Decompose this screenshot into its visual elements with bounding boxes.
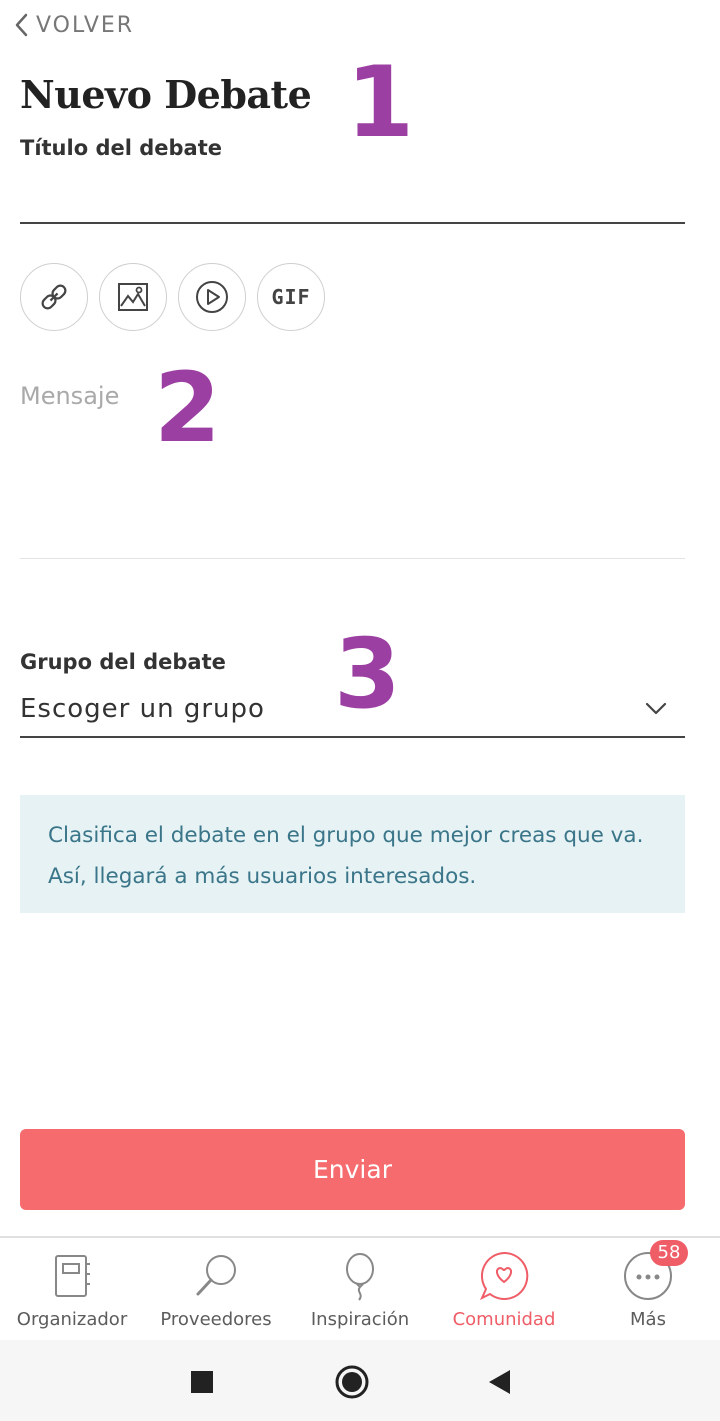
tab-proveedores[interactable]: Proveedores [144,1238,288,1342]
back-triangle-icon[interactable] [486,1368,514,1396]
tab-comunidad[interactable]: Comunidad [432,1238,576,1342]
back-button[interactable]: VOLVER [14,6,134,44]
gif-icon: GIF [271,285,311,309]
bottom-tab-bar: Organizador Proveedores Inspiración Comu… [0,1236,720,1342]
image-icon [118,283,148,311]
notification-badge: 58 [650,1240,688,1266]
tab-label-proveedores: Proveedores [160,1309,272,1330]
title-field-label: Título del debate [20,136,222,160]
tab-label-inspiracion: Inspiración [310,1309,410,1330]
group-select-value: Escoger un grupo [20,694,265,724]
chevron-left-icon [15,13,28,37]
tab-mas[interactable]: 58 Más [576,1238,720,1342]
tab-label-organizador: Organizador [16,1309,128,1330]
insert-image-button[interactable] [99,263,167,331]
annotation-number-2: 2 [154,352,221,464]
group-select[interactable]: Escoger un grupo [20,682,685,738]
title-input[interactable] [20,178,685,224]
media-toolbar: GIF [20,263,325,331]
page-title: Nuevo Debate [20,72,312,117]
submit-button[interactable]: Enviar [20,1129,685,1210]
balloon-icon [346,1253,374,1301]
message-textarea[interactable] [20,382,685,559]
insert-gif-button[interactable]: GIF [257,263,325,331]
info-text-line-2: Así, llegará a más usuarios interesados. [48,864,477,889]
tab-inspiracion[interactable]: Inspiración [288,1238,432,1342]
info-text-line-1: Clasifica el debate en el grupo que mejo… [48,823,644,848]
home-circle-icon[interactable] [334,1364,370,1400]
info-box: Clasifica el debate en el grupo que mejo… [20,795,685,913]
system-navigation-bar [0,1340,720,1421]
tab-organizador[interactable]: Organizador [0,1238,144,1342]
chevron-down-icon [645,702,667,715]
link-icon [41,284,67,310]
insert-link-button[interactable] [20,263,88,331]
chat-heart-icon [479,1251,529,1301]
group-field-label: Grupo del debate [20,650,226,674]
magnifier-icon [196,1255,236,1296]
notebook-icon [55,1255,90,1297]
tab-label-mas: Más [630,1309,666,1330]
play-icon [196,281,228,313]
annotation-number-1: 1 [346,46,415,160]
insert-video-button[interactable] [178,263,246,331]
square-icon[interactable] [188,1368,216,1396]
back-label: VOLVER [36,12,135,38]
tab-label-comunidad: Comunidad [452,1309,556,1330]
